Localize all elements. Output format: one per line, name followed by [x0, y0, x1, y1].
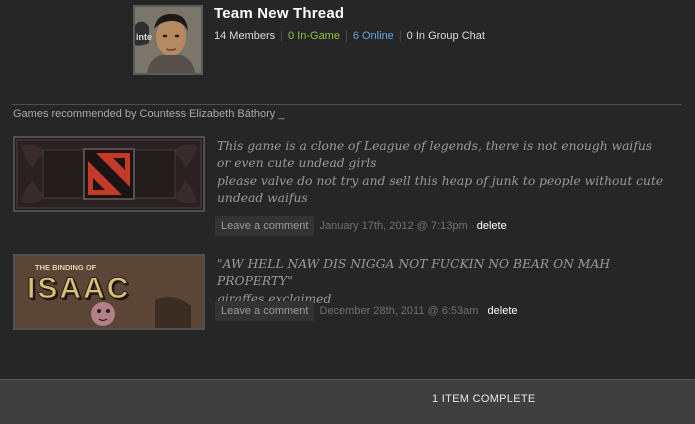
- in-game-count[interactable]: 0 In-Game: [288, 30, 340, 42]
- dota2-logo-icon: [15, 138, 203, 210]
- group-header: inte Team New Thread 14 Members | 0 In-Gam…: [0, 0, 695, 90]
- game-logo[interactable]: [13, 136, 205, 212]
- review-line: please valve do not try and sell this he…: [217, 173, 664, 205]
- delete-link[interactable]: delete: [477, 220, 507, 232]
- stat-divider: |: [280, 30, 283, 42]
- section-title: Games recommended by Countess Elizabeth …: [13, 108, 285, 120]
- game-logo[interactable]: THE BINDING OF ISAAC ISAAC: [13, 254, 205, 330]
- stat-divider: |: [344, 30, 348, 42]
- section-divider: [12, 104, 682, 105]
- binding-of-isaac-logo-icon: THE BINDING OF ISAAC ISAAC: [15, 256, 203, 328]
- delete-link[interactable]: delete: [488, 305, 518, 317]
- group-chat-count[interactable]: 0 In Group Chat: [407, 30, 485, 42]
- stat-divider: |: [398, 30, 402, 42]
- review-text: This game is a clone of League of legend…: [217, 138, 667, 207]
- status-bar: 1 ITEM COMPLETE: [0, 379, 695, 424]
- group-stats: 14 Members | 0 In-Game | 6 Online | 0 In Group…: [214, 30, 485, 42]
- leave-comment-button[interactable]: Leave a comment: [215, 301, 315, 321]
- review-actions: Leave a comment January 17th, 2012 @ 7:1…: [215, 216, 507, 236]
- review-date: December 28th, 2011 @ 6:53am: [319, 305, 479, 317]
- review-line: "AW HELL NAW DIS NIGGA NOT FUCKIN NO BEA…: [217, 257, 611, 289]
- review-actions: Leave a comment December 28th, 2011 @ 6:…: [215, 301, 518, 321]
- review-date: January 17th, 2012 @ 7:13pm: [319, 220, 468, 232]
- group-name[interactable]: Team New Thread: [214, 5, 344, 22]
- review-line: This game is a clone of League of legend…: [217, 139, 653, 171]
- svg-text:inte: inte: [136, 32, 152, 42]
- status-text: 1 ITEM COMPLETE: [432, 393, 536, 405]
- leave-comment-button[interactable]: Leave a comment: [215, 216, 315, 236]
- group-avatar[interactable]: inte: [133, 5, 203, 75]
- logo-caption: THE BINDING OF: [35, 263, 97, 272]
- user-avatar-icon: inte: [135, 7, 201, 73]
- logo-title: ISAAC: [27, 272, 130, 305]
- members-count[interactable]: 14 Members: [214, 30, 275, 42]
- online-count[interactable]: 6 Online: [353, 30, 394, 42]
